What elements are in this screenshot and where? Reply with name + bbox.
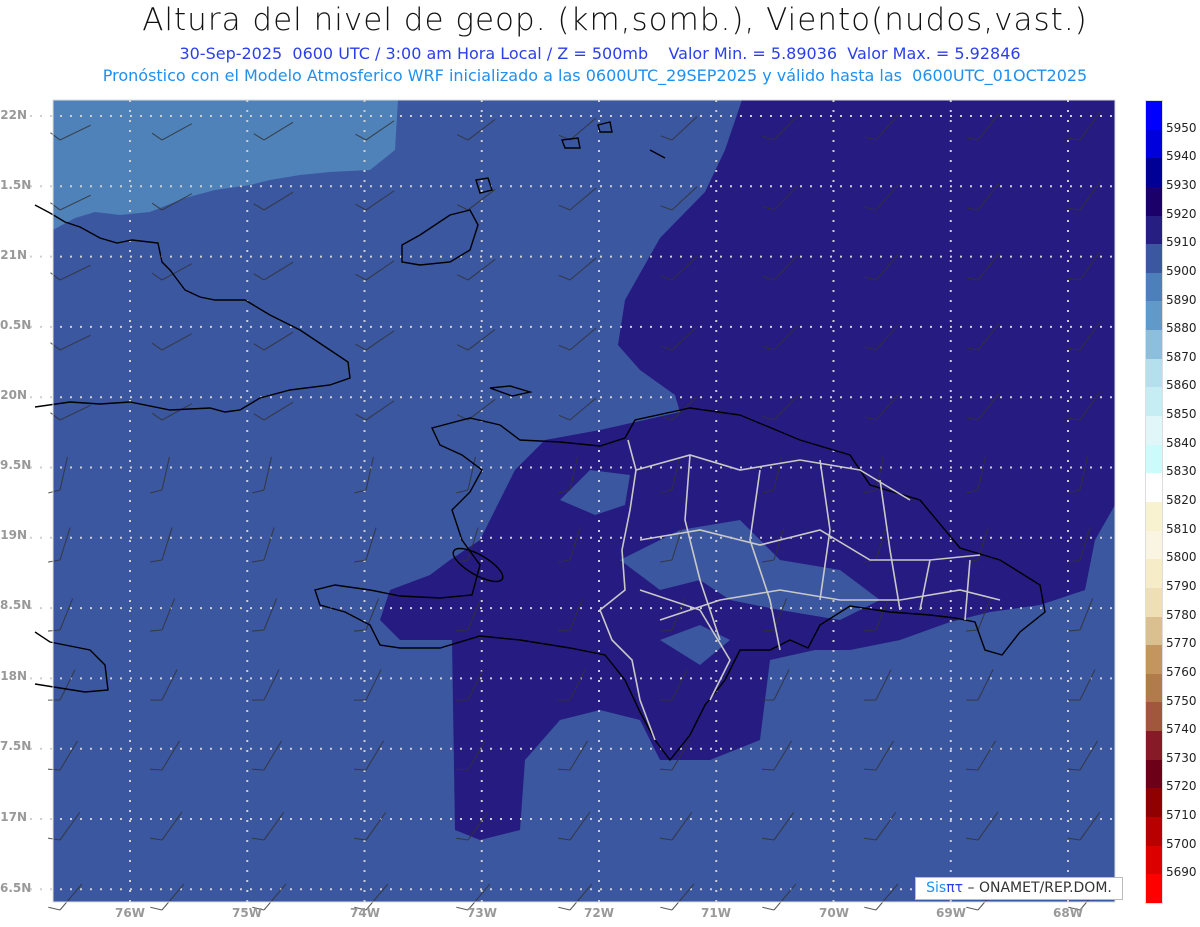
y-tick-label: 0.5N [0, 318, 32, 332]
x-tick-label: 75W [232, 906, 262, 920]
y-tick-label: 18N [0, 669, 27, 683]
y-tick-label: 9.5N [0, 458, 32, 472]
colorbar-label: 5950 [1166, 120, 1197, 135]
credit-box: Sisπτ – ONAMET/REP.DOM. [915, 877, 1123, 900]
y-tick-label: 17N [0, 810, 27, 824]
colorbar-label: 5860 [1166, 378, 1197, 393]
y-tick-label: 6.5N [0, 881, 32, 895]
colorbar-label: 5900 [1166, 263, 1197, 278]
colorbar-label: 5740 [1166, 722, 1197, 737]
y-tick-label: 19N [0, 528, 27, 542]
y-tick-label: 21N [0, 248, 27, 262]
colorbar-segment [1146, 587, 1162, 617]
colorbar-label: 5800 [1166, 550, 1197, 565]
colorbar [1145, 100, 1163, 904]
y-tick-label: 8.5N [0, 598, 32, 612]
colorbar-segment [1146, 330, 1162, 359]
wind-barb-flag [864, 906, 877, 911]
colorbar-segment [1146, 702, 1162, 732]
colorbar-segment [1146, 129, 1162, 159]
colorbar-segment [1146, 358, 1162, 388]
colorbar-segment [1146, 244, 1162, 273]
x-tick-label: 68W [1053, 906, 1083, 920]
colorbar-label: 5790 [1166, 578, 1197, 593]
colorbar-segment [1146, 845, 1162, 875]
colorbar-label: 5710 [1166, 808, 1197, 823]
y-tick-label: 20N [0, 388, 27, 402]
colorbar-label: 5920 [1166, 206, 1197, 221]
colorbar-segment [1146, 101, 1162, 130]
credit-text: – ONAMET/REP.DOM. [967, 880, 1112, 896]
wind-barb-flag [150, 906, 163, 911]
colorbar-label: 5730 [1166, 750, 1197, 765]
x-tick-label: 69W [936, 906, 966, 920]
colorbar-label: 5940 [1166, 149, 1197, 164]
colorbar-segment [1146, 616, 1162, 646]
colorbar-segment [1146, 673, 1162, 703]
x-tick-label: 73W [467, 906, 497, 920]
colorbar-label: 5780 [1166, 607, 1197, 622]
colorbar-segment [1146, 559, 1162, 588]
colorbar-segment [1146, 645, 1162, 674]
colorbar-label: 5840 [1166, 435, 1197, 450]
colorbar-label: 5690 [1166, 865, 1197, 880]
colorbar-segment [1146, 158, 1162, 187]
colorbar-segment [1146, 186, 1162, 216]
colorbar-segment [1146, 731, 1162, 760]
colorbar-segment [1146, 874, 1162, 903]
colorbar-label: 5820 [1166, 493, 1197, 507]
x-tick-label: 72W [584, 906, 614, 920]
colorbar-label: 5810 [1166, 521, 1197, 536]
wind-barb-flag [558, 906, 571, 911]
wind-barb-flag [660, 906, 673, 911]
colorbar-segment [1146, 788, 1162, 818]
x-tick-label: 76W [115, 906, 145, 920]
colorbar-label: 5850 [1166, 407, 1197, 422]
credit-logo-sis: Sis [926, 880, 947, 896]
colorbar-label: 5870 [1166, 349, 1197, 364]
colorbar-label: 5890 [1166, 292, 1197, 307]
colorbar-label: 5770 [1166, 636, 1197, 651]
wind-barb-flag [48, 906, 61, 911]
y-tick-label: 1.5N [0, 178, 32, 192]
colorbar-label: 5830 [1166, 464, 1197, 479]
colorbar-label: 5930 [1166, 177, 1197, 192]
colorbar-segment [1146, 473, 1162, 502]
colorbar-label: 5750 [1166, 693, 1197, 708]
colorbar-segment [1146, 817, 1162, 846]
x-tick-label: 74W [350, 906, 380, 920]
colorbar-segment [1146, 387, 1162, 417]
colorbar-label: 5760 [1166, 664, 1197, 679]
x-tick-label: 70W [819, 906, 849, 920]
wind-barb-flag [762, 906, 775, 911]
credit-logo-pi: πτ [946, 880, 964, 896]
colorbar-label: 5700 [1166, 836, 1197, 851]
x-tick-label: 71W [701, 906, 731, 920]
colorbar-segment [1146, 272, 1162, 302]
weather-map [30, 99, 1116, 911]
colorbar-segment [1146, 759, 1162, 789]
colorbar-segment [1146, 215, 1162, 245]
colorbar-label: 5910 [1166, 235, 1197, 250]
colorbar-segment [1146, 501, 1162, 531]
colorbar-label: 5880 [1166, 321, 1197, 336]
colorbar-segment [1146, 301, 1162, 331]
colorbar-segment [1146, 444, 1162, 474]
colorbar-segment [1146, 416, 1162, 445]
y-tick-label: 7.5N [0, 739, 32, 753]
y-tick-label: 22N [0, 108, 27, 122]
colorbar-label: 5720 [1166, 779, 1197, 794]
colorbar-segment [1146, 530, 1162, 560]
